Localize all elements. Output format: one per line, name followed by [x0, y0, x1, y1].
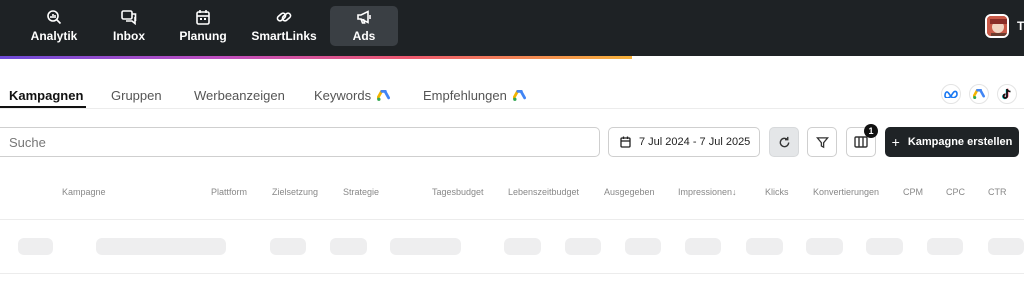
nav-label: SmartLinks [251, 29, 317, 43]
columns-icon [854, 136, 868, 148]
nav-label: Inbox [113, 29, 145, 43]
refresh-icon [779, 136, 789, 147]
link-icon [276, 12, 292, 22]
meta-filter-button[interactable] [941, 84, 961, 104]
tab-label: Keywords [314, 88, 372, 103]
column-header-tagesbudget[interactable]: Tagesbudget [432, 187, 484, 197]
search-field[interactable] [0, 127, 600, 157]
column-header-ausgegeben[interactable]: Ausgegeben [604, 187, 655, 197]
user-avatar[interactable] [985, 14, 1009, 38]
date-range-label: 7 Jul 2024 - 7 Jul 2025 [639, 136, 751, 148]
tab-label: Empfehlungen [423, 88, 507, 103]
tiktok-icon [1002, 88, 1011, 100]
nav-label: Ads [352, 29, 376, 43]
column-header-strategie[interactable]: Strategie [343, 187, 379, 197]
tab-keywords[interactable]: Keywords [314, 88, 391, 103]
search-input[interactable] [0, 128, 599, 156]
inbox-icon [121, 10, 137, 25]
skeleton-cell [390, 238, 461, 255]
skeleton-cell [685, 238, 721, 255]
column-header-lebenszeitbudget[interactable]: Lebenszeitbudget [508, 187, 579, 197]
column-header-konvertierungen[interactable]: Konvertierungen [813, 187, 879, 197]
skeleton-cell [565, 238, 601, 255]
skeleton-cell [330, 238, 367, 255]
refresh-button[interactable] [769, 127, 799, 157]
date-range-picker[interactable]: 7 Jul 2024 - 7 Jul 2025 [608, 127, 760, 157]
column-header-zielsetzung[interactable]: Zielsetzung [272, 187, 318, 197]
column-header-kampagne[interactable]: Kampagne [62, 187, 106, 197]
tab-kampagnen[interactable]: Kampagnen [9, 88, 83, 103]
nav-item-analytik[interactable]: Analytik [22, 6, 86, 46]
active-tab-indicator [0, 106, 86, 108]
tab-gruppen[interactable]: Gruppen [111, 88, 162, 103]
skeleton-cell [625, 238, 661, 255]
skeleton-cell [988, 238, 1024, 255]
tab-bar: Kampagnen Gruppen Werbeanzeigen Keywords… [0, 80, 1024, 109]
create-campaign-label: Kampagne erstellen [907, 136, 1013, 148]
column-header-ctr[interactable]: CTR [988, 187, 1007, 197]
nav-label: Planung [179, 29, 227, 43]
calendar-icon [196, 10, 210, 25]
analytics-icon [47, 10, 62, 25]
tab-empfehlungen[interactable]: Empfehlungen [423, 88, 526, 103]
table-row-divider [0, 273, 1024, 274]
tab-label: Kampagnen [9, 88, 84, 103]
meta-icon [944, 90, 958, 98]
skeleton-cell [866, 238, 903, 255]
skeleton-cell [806, 238, 843, 255]
column-header-impressionen[interactable]: Impressionen↓ [678, 187, 737, 197]
filter-icon [815, 136, 829, 148]
skeleton-cell [927, 238, 963, 255]
google-ads-icon [973, 88, 985, 99]
skeleton-cell [18, 238, 53, 255]
tab-werbeanzeigen[interactable]: Werbeanzeigen [194, 88, 285, 103]
column-header-cpm[interactable]: CPM [903, 187, 923, 197]
tab-label: Werbeanzeigen [194, 88, 285, 103]
calendar-icon [620, 136, 631, 148]
nav-item-smartlinks[interactable]: SmartLinks [250, 6, 318, 46]
google-ads-filter-button[interactable] [969, 84, 989, 104]
nav-item-ads[interactable]: Ads [330, 6, 398, 46]
column-header-klicks[interactable]: Klicks [765, 187, 789, 197]
tab-label: Gruppen [111, 88, 162, 103]
megaphone-icon [357, 10, 371, 24]
column-header-plattform[interactable]: Plattform [211, 187, 247, 197]
filter-button[interactable] [807, 127, 837, 157]
skeleton-cell [270, 238, 306, 255]
user-initial: T [1017, 19, 1024, 33]
nav-item-inbox[interactable]: Inbox [104, 6, 154, 46]
skeleton-cell [504, 238, 541, 255]
columns-count-badge: 1 [864, 124, 878, 138]
google-ads-icon [512, 89, 526, 101]
nav-label: Analytik [30, 29, 78, 43]
tiktok-filter-button[interactable] [997, 84, 1017, 104]
skeleton-cell [96, 238, 226, 255]
plus-icon: + [891, 134, 900, 150]
skeleton-cell [746, 238, 783, 255]
table-header-divider [0, 219, 1024, 220]
google-ads-icon [377, 89, 391, 101]
column-header-cpc[interactable]: CPC [946, 187, 965, 197]
top-navigation-bar: Analytik Inbox Planung SmartLinks Ads T [0, 0, 1024, 56]
create-campaign-button[interactable]: + Kampagne erstellen [885, 127, 1019, 157]
brand-gradient-bar [0, 56, 632, 59]
nav-item-planung[interactable]: Planung [174, 6, 232, 46]
